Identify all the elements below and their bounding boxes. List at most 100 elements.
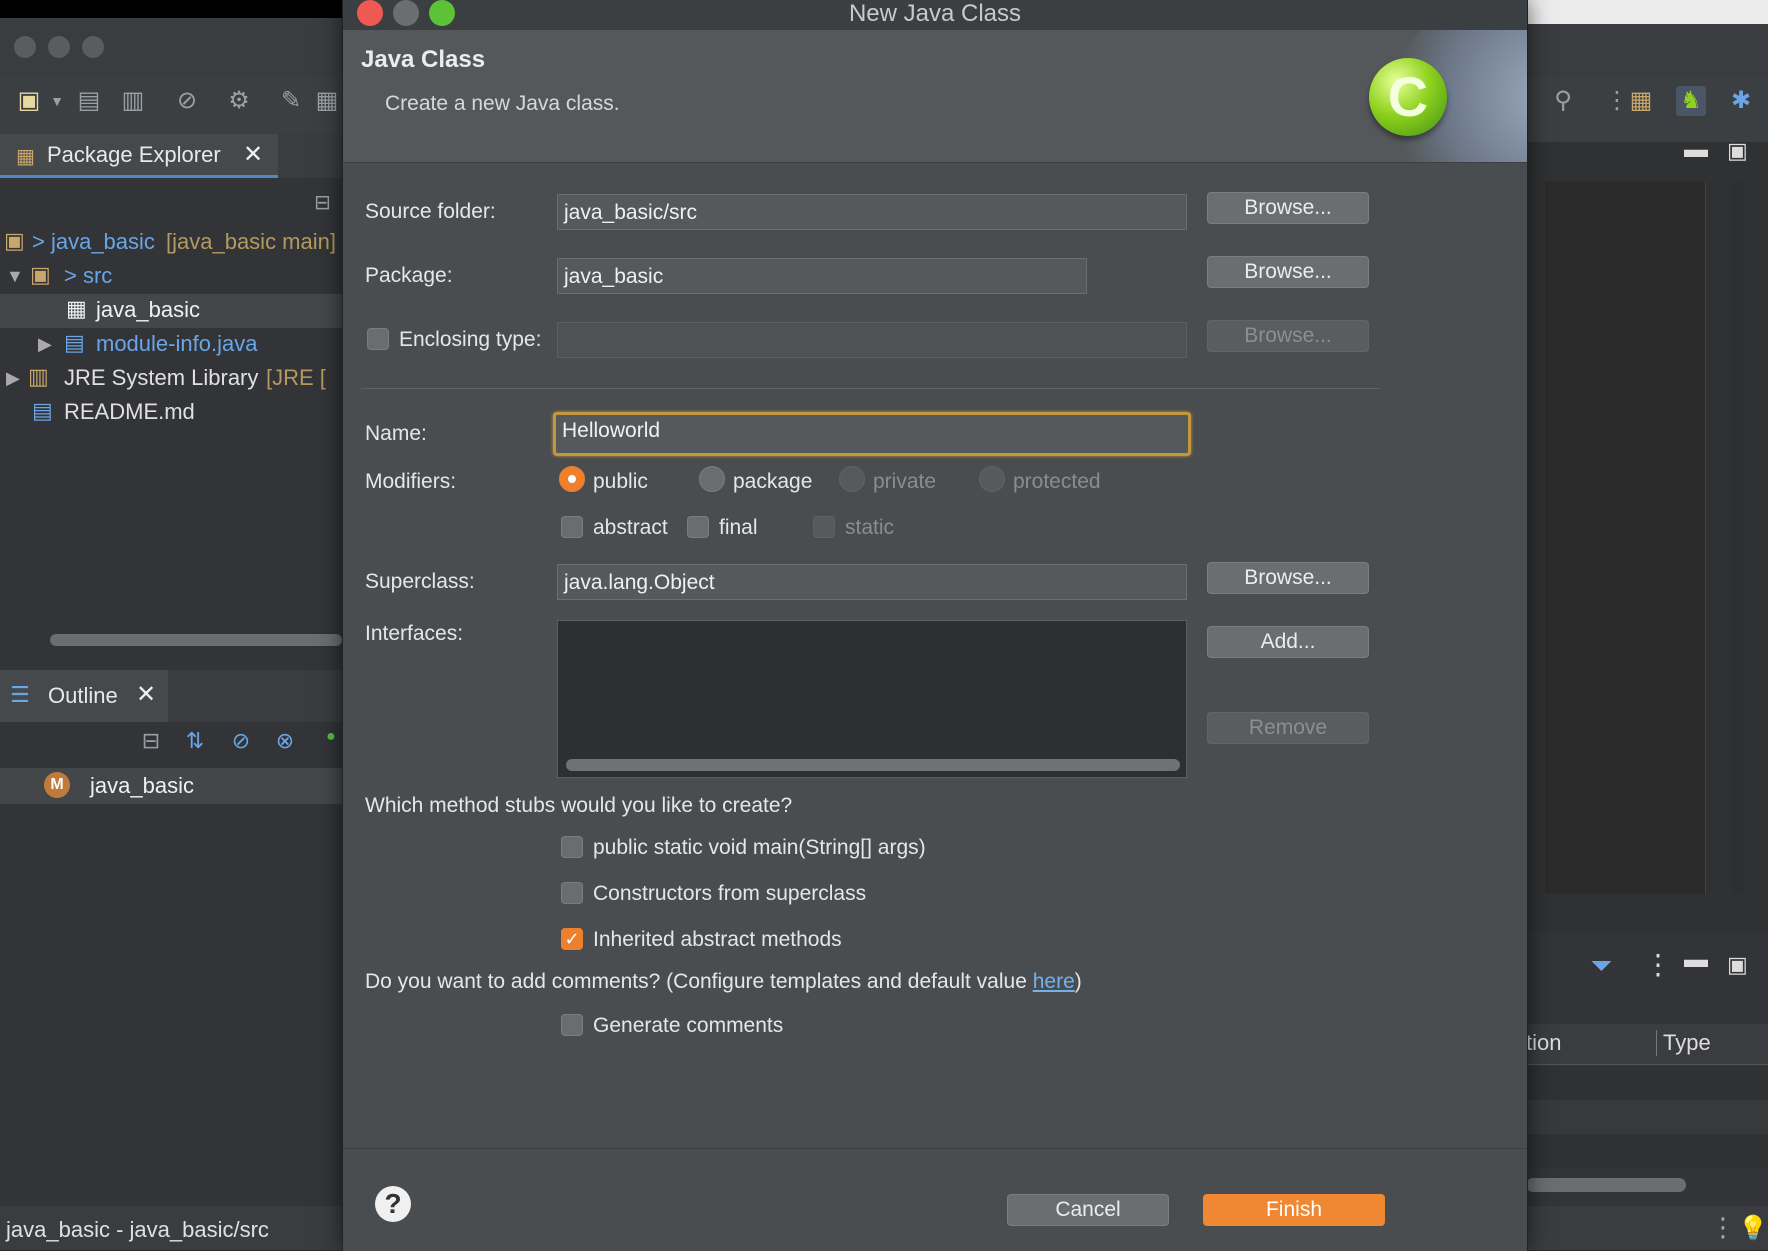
finish-button[interactable]: Finish bbox=[1203, 1194, 1385, 1226]
pen-icon[interactable]: ✎ bbox=[276, 86, 306, 116]
lightbulb-icon[interactable]: 💡 bbox=[1738, 1214, 1768, 1243]
modifier-final-label: final bbox=[719, 516, 758, 539]
tree-item-module-info[interactable]: ▶ ▤ module-info.java bbox=[0, 328, 342, 362]
vertical-scrollbar[interactable] bbox=[1730, 182, 1744, 894]
remove-interface-button[interactable]: Remove bbox=[1207, 712, 1369, 744]
tab-outline[interactable]: ☰ Outline ✕ bbox=[0, 670, 168, 722]
stub-main-label: public static void main(String[] args) bbox=[593, 836, 926, 859]
table-row[interactable] bbox=[1526, 1066, 1768, 1100]
package-icon: ▦ bbox=[66, 296, 87, 321]
horizontal-scrollbar[interactable] bbox=[50, 634, 342, 646]
collapse-all-icon[interactable]: ⊟ bbox=[136, 728, 166, 758]
close-icon[interactable]: ✕ bbox=[136, 680, 156, 709]
status-menu-icon[interactable]: ⋮ bbox=[1710, 1212, 1736, 1243]
maximize-icon[interactable]: ▣ bbox=[1727, 138, 1748, 164]
tree-item-label: README.md bbox=[64, 399, 195, 424]
new-file-icon[interactable]: ▣ bbox=[14, 86, 44, 116]
editor-area[interactable] bbox=[1545, 182, 1706, 894]
package-input[interactable]: java_basic bbox=[557, 258, 1087, 294]
comments-question: Do you want to add comments? (Configure … bbox=[365, 970, 1082, 994]
modifier-static-checkbox[interactable] bbox=[813, 516, 835, 538]
ide-zoom-dot[interactable] bbox=[82, 36, 104, 58]
enclosing-type-checkbox[interactable] bbox=[367, 328, 389, 350]
package-explorer-tab-label: Package Explorer bbox=[47, 142, 221, 167]
modifier-private-label: private bbox=[873, 470, 937, 493]
save-all-icon[interactable]: ▥ bbox=[118, 86, 148, 116]
stub-inherited-checkbox[interactable]: ✓ bbox=[561, 928, 583, 950]
sort-icon[interactable]: ⇅ bbox=[180, 728, 210, 758]
collapse-all-icon[interactable]: ⊟ bbox=[314, 190, 340, 214]
configure-templates-link[interactable]: here bbox=[1033, 970, 1075, 993]
tree-item-src[interactable]: ▼ ▣ > src bbox=[0, 260, 342, 294]
minimize-icon[interactable]: ▬ bbox=[1684, 136, 1708, 164]
ide-minimize-dot[interactable] bbox=[48, 36, 70, 58]
help-button[interactable]: ? bbox=[375, 1186, 411, 1222]
expanded-arrow-icon[interactable]: ▼ bbox=[6, 266, 24, 287]
java-perspective-icon[interactable]: ♞ bbox=[1676, 86, 1706, 116]
outline-icon: ☰ bbox=[10, 682, 30, 707]
horizontal-scrollbar[interactable] bbox=[1526, 1178, 1686, 1192]
markdown-file-icon: ▤ bbox=[32, 398, 53, 423]
interfaces-horizontal-scrollbar[interactable] bbox=[566, 759, 1180, 771]
modifiers-label: Modifiers: bbox=[365, 470, 457, 493]
open-perspective-icon[interactable]: ▦ bbox=[1626, 86, 1656, 116]
column-header-type[interactable]: Type bbox=[1656, 1030, 1711, 1056]
view-menu-icon[interactable]: ⋮ bbox=[1644, 948, 1672, 981]
maximize-icon[interactable]: ▣ bbox=[1727, 952, 1748, 978]
stub-main-checkbox[interactable] bbox=[561, 836, 583, 858]
hide-fields-icon[interactable]: ⊘ bbox=[226, 728, 256, 758]
package-label: Package: bbox=[365, 264, 453, 287]
tree-item-label: JRE System Library bbox=[64, 365, 259, 390]
tree-item-jre[interactable]: ▶ ▥ JRE System Library [JRE [ bbox=[0, 362, 342, 396]
modifier-public-radio[interactable] bbox=[559, 466, 585, 492]
table-row[interactable] bbox=[1526, 1134, 1768, 1168]
chevron-down-icon[interactable]: ▼ bbox=[42, 86, 72, 116]
debug-skip-icon[interactable]: ⊘ bbox=[172, 86, 202, 116]
modifier-abstract-checkbox[interactable] bbox=[561, 516, 583, 538]
source-folder-input[interactable]: java_basic/src bbox=[557, 194, 1187, 230]
source-folder-browse-button[interactable]: Browse... bbox=[1207, 192, 1369, 224]
modifier-public-label: public bbox=[593, 470, 648, 493]
add-interface-button[interactable]: Add... bbox=[1207, 626, 1369, 658]
generate-comments-checkbox[interactable] bbox=[561, 1014, 583, 1036]
filter-icon[interactable]: ⏷ bbox=[1590, 950, 1612, 983]
outline-item[interactable]: M java_basic bbox=[0, 768, 342, 804]
superclass-input[interactable]: java.lang.Object bbox=[557, 564, 1187, 600]
tree-item-package[interactable]: ▦ java_basic bbox=[0, 294, 342, 328]
modifier-package-radio[interactable] bbox=[699, 466, 725, 492]
document-icon[interactable]: ▦ bbox=[312, 86, 342, 116]
package-browse-button[interactable]: Browse... bbox=[1207, 256, 1369, 288]
interfaces-list[interactable] bbox=[557, 620, 1187, 778]
ide-close-dot[interactable] bbox=[14, 36, 36, 58]
hide-static-icon[interactable]: ⊗ bbox=[270, 728, 300, 758]
enclosing-type-browse-button[interactable]: Browse... bbox=[1207, 320, 1369, 352]
ide-window-titlebar-right bbox=[1526, 24, 1768, 78]
run-config-icon[interactable]: ⚙ bbox=[224, 86, 254, 116]
cancel-button[interactable]: Cancel bbox=[1007, 1194, 1169, 1226]
modifier-private-radio[interactable] bbox=[839, 466, 865, 492]
table-row[interactable] bbox=[1526, 1100, 1768, 1134]
stub-constructors-checkbox[interactable] bbox=[561, 882, 583, 904]
close-icon[interactable]: ✕ bbox=[243, 140, 263, 169]
modifier-final-checkbox[interactable] bbox=[687, 516, 709, 538]
name-input[interactable]: Helloworld bbox=[553, 412, 1191, 456]
tree-item-label: java_basic bbox=[96, 297, 200, 322]
tree-item-project[interactable]: ▣ > java_basic [java_basic main] bbox=[0, 226, 342, 260]
wizard-banner: C bbox=[1321, 30, 1527, 162]
name-label: Name: bbox=[365, 422, 427, 445]
section-divider bbox=[361, 388, 1379, 389]
project-icon: ▣ bbox=[4, 228, 25, 253]
tree-item-readme[interactable]: ▤ README.md bbox=[0, 396, 342, 430]
tree-item-suffix: [JRE [ bbox=[266, 365, 326, 390]
save-icon[interactable]: ▤ bbox=[74, 86, 104, 116]
search-icon[interactable]: ⚲ bbox=[1548, 86, 1578, 116]
collapsed-arrow-icon[interactable]: ▶ bbox=[38, 334, 52, 355]
debug-perspective-icon[interactable]: ✱ bbox=[1726, 86, 1756, 116]
modifier-protected-radio[interactable] bbox=[979, 466, 1005, 492]
collapsed-arrow-icon[interactable]: ▶ bbox=[6, 368, 20, 389]
minimize-icon[interactable]: ▬ bbox=[1684, 946, 1708, 974]
enclosing-type-input[interactable] bbox=[557, 322, 1187, 358]
superclass-browse-button[interactable]: Browse... bbox=[1207, 562, 1369, 594]
column-header[interactable]: tion bbox=[1526, 1030, 1561, 1056]
ide-top-strip bbox=[0, 0, 342, 18]
